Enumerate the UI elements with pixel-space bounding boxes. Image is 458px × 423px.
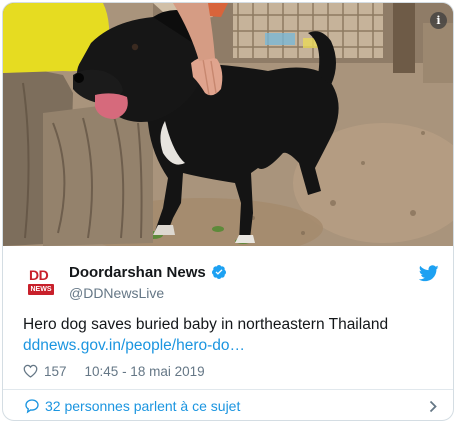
- dog-photo-illustration: [3, 3, 453, 246]
- conversation-footer[interactable]: 32 personnes parlent à ce sujet: [3, 390, 453, 420]
- speech-bubble-icon: [25, 399, 39, 414]
- info-icon[interactable]: i: [430, 12, 447, 29]
- heart-icon[interactable]: [23, 364, 38, 378]
- embedded-tweet-card[interactable]: i DD NEWS Doordarshan News @DDNewsLive H…: [2, 2, 454, 421]
- like-count[interactable]: 157: [44, 364, 67, 379]
- conversation-count-label[interactable]: 32 personnes parlent à ce sujet: [45, 398, 240, 414]
- author-name-row[interactable]: Doordarshan News: [69, 262, 227, 282]
- chevron-right-icon[interactable]: [429, 400, 437, 413]
- author-handle[interactable]: @DDNewsLive: [69, 285, 164, 301]
- avatar-logo-text: DD: [29, 267, 49, 283]
- verified-badge-icon: [211, 265, 226, 279]
- avatar-logo-subtext: NEWS: [28, 284, 54, 295]
- author-name[interactable]: Doordarshan News: [69, 264, 206, 281]
- tweet-photo[interactable]: i: [3, 3, 453, 246]
- avatar[interactable]: DD NEWS: [23, 265, 59, 301]
- twitter-bird-icon[interactable]: [419, 265, 439, 282]
- tweet-header: DD NEWS Doordarshan News @DDNewsLive: [3, 255, 453, 303]
- tweet-timestamp[interactable]: 10:45 - 18 mai 2019: [85, 364, 205, 379]
- tweet-meta: 157 10:45 - 18 mai 2019: [23, 362, 205, 380]
- tweet-link[interactable]: ddnews.gov.in/people/hero-do…: [23, 336, 245, 356]
- tweet-text: Hero dog saves buried baby in northeaste…: [23, 316, 389, 333]
